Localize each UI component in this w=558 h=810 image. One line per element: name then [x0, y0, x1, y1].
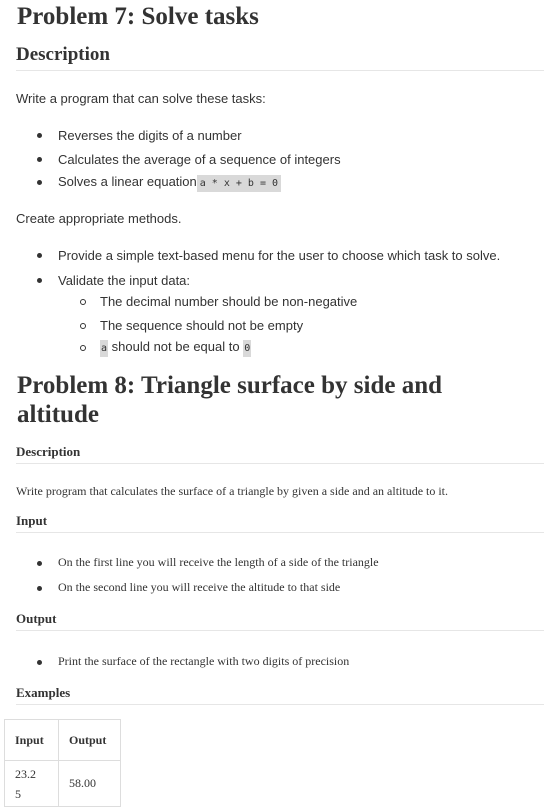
- table-header-input: Input: [4, 719, 59, 761]
- sub-list-item: a should not be equal to 0: [100, 339, 252, 357]
- code-a: a: [100, 340, 109, 357]
- list-item: Validate the input data:: [58, 273, 191, 288]
- problem-7-title: Problem 7: Solve tasks: [17, 3, 259, 30]
- problem-7-intro: Write a program that can solve these tas…: [16, 91, 266, 106]
- bullet-icon: [37, 561, 42, 566]
- table-header-row: Input Output: [4, 719, 121, 761]
- divider: [16, 532, 544, 533]
- divider: [16, 630, 544, 631]
- problem-7-description-heading: Description: [16, 44, 110, 65]
- bullet-icon: [37, 586, 42, 591]
- sub-list-item: The sequence should not be empty: [100, 318, 304, 333]
- problem-8-title-line-2: altitude: [17, 401, 99, 428]
- equation-code: a * x + b = 0: [196, 175, 282, 192]
- input-line: 5: [15, 786, 21, 801]
- circle-bullet-icon: [80, 299, 86, 305]
- circle-bullet-icon: [80, 323, 86, 329]
- sub-list-item-text: should not be equal to: [108, 339, 244, 354]
- table-cell-output: 58.00: [58, 760, 121, 807]
- bullet-icon: [37, 660, 42, 665]
- problem-8-description-heading: Description: [16, 444, 81, 459]
- list-item: Solves a linear equation a * x + b = 0: [58, 174, 282, 192]
- bullet-icon: [37, 253, 42, 258]
- list-item: Print the surface of the rectangle with …: [58, 654, 350, 668]
- problem-8-output-heading: Output: [16, 611, 57, 626]
- divider: [16, 704, 544, 705]
- problem-7-methods-text: Create appropriate methods.: [16, 211, 182, 226]
- problem-8-examples-heading: Examples: [16, 685, 71, 700]
- circle-bullet-icon: [80, 345, 86, 351]
- divider: [16, 70, 544, 71]
- sub-list-item: The decimal number should be non-negativ…: [100, 294, 358, 309]
- problem-8-input-heading: Input: [16, 513, 48, 528]
- list-item: Calculates the average of a sequence of …: [58, 152, 341, 167]
- list-item: Provide a simple text-based menu for the…: [58, 248, 501, 263]
- table-cell-input: 23.2 5: [4, 760, 59, 807]
- list-item-text: Solves a linear equation: [58, 174, 197, 189]
- problem-8-description: Write program that calculates the surfac…: [16, 484, 449, 498]
- divider: [16, 463, 544, 464]
- problem-8-title-line-1: Problem 8: Triangle surface by side and: [17, 372, 442, 399]
- bullet-icon: [37, 133, 42, 138]
- bullet-icon: [37, 278, 42, 283]
- table-row: 23.2 5 58.00: [4, 760, 121, 807]
- table-header-output: Output: [58, 719, 121, 761]
- input-line: 23.2: [15, 766, 36, 781]
- list-item: On the first line you will receive the l…: [58, 555, 379, 569]
- bullet-icon: [37, 180, 42, 185]
- list-item: Reverses the digits of a number: [58, 128, 242, 143]
- code-zero: 0: [243, 340, 252, 357]
- bullet-icon: [37, 157, 42, 162]
- examples-table: Input Output 23.2 5 58.00: [4, 719, 121, 807]
- list-item: On the second line you will receive the …: [58, 580, 341, 594]
